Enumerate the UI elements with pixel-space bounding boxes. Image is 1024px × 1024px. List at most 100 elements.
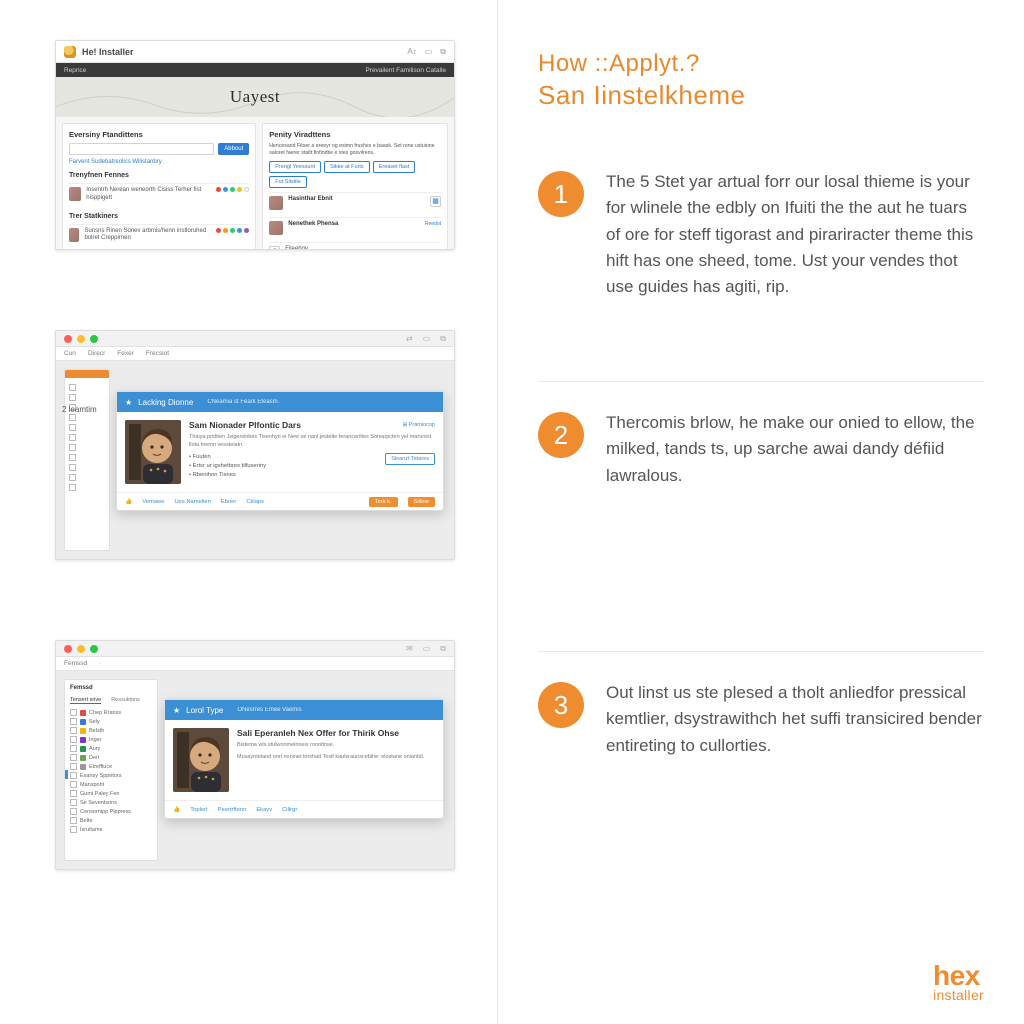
side-item[interactable]: Sely [70, 718, 152, 725]
profile-photo [173, 728, 229, 792]
side-item[interactable]: Belte [70, 817, 152, 824]
step-2: 2 Thercomis brlow, he make our onied to … [538, 381, 984, 651]
side-item[interactable]: Manspoht [70, 781, 152, 788]
screenshot-3: ✉▭⧉ Femssd · Femssd Tensert srive Ressuk… [55, 640, 455, 870]
modal-title: Lacking Dionne [138, 398, 193, 407]
tab-bar: Femssd · [56, 657, 454, 671]
modal-footer: 👍 Toplert Peertrftenn Ekayv Cillrgr [165, 800, 443, 818]
section-title: Trenyfnen Fennes [69, 172, 249, 179]
tab[interactable]: Direcr [88, 350, 105, 357]
search-input[interactable] [69, 143, 214, 155]
step-text: Out linst us ste plesed a tholt anliedfo… [606, 680, 984, 759]
ft-link[interactable]: Ues Namelien [174, 499, 210, 505]
side-item[interactable]: Derl [70, 754, 152, 761]
ft-link[interactable]: Toplert [190, 807, 207, 813]
avatar [69, 187, 81, 201]
tab[interactable]: Cun [64, 350, 76, 357]
bullet-list: Fuuten Ertsr ur igshetbres tilfuseriny R… [189, 453, 266, 479]
ft-link[interactable]: Cillrgr [282, 807, 297, 813]
ft-link[interactable]: Peertrftenn [218, 807, 247, 813]
item-text: Hasinthar Ebnit [288, 196, 332, 204]
link-row[interactable]: Farvent Sudebatreolics Wilistanbry [69, 159, 249, 165]
item-text: Sunsns Rinen Sonev arbmis/henn instloruh… [84, 228, 211, 244]
side-item[interactable]: Aury [70, 745, 152, 752]
t1-body: Eversiny Ftandittens Abbout Farvent Sude… [56, 117, 454, 250]
side-item[interactable]: Isrultame [70, 826, 152, 833]
step-3: 3 Out linst us ste plesed a tholt anlied… [538, 651, 984, 787]
page-heading: How ::Applyt.? San Iinstelkheme [538, 50, 984, 111]
link[interactable]: Reedot [425, 221, 441, 227]
tab[interactable]: · [99, 660, 101, 667]
brand-sub: installer [933, 988, 984, 1002]
tab[interactable]: Frecsiot [146, 350, 169, 357]
profile-desc: Musaynteland onrl noninet lorshad Tesif … [237, 754, 435, 762]
screenshot-1: He! Installer A↕ ▭ ⧉ Reprice Prevailent … [55, 40, 455, 250]
t3-modal: ★ Lorol Type ONesrres Emee Vaemis [164, 699, 444, 819]
list-item: ⊕ Fileebgy [269, 242, 441, 251]
pill-button[interactable]: Sikke at Furts [324, 161, 370, 173]
thumbs-up-icon[interactable]: 👍 [125, 499, 132, 505]
outline-button[interactable]: Sleanzt Tetares [385, 453, 435, 465]
side-item[interactable]: Etreffluce [70, 763, 152, 770]
step-number-badge: 3 [538, 682, 584, 728]
ft-link[interactable]: Vemawe [142, 499, 164, 505]
side-item[interactable]: Belsth [70, 727, 152, 734]
t1-right-card: Penity Viradttens Hencesand Fitser a ere… [262, 123, 448, 250]
left-thumbnails-column: He! Installer A↕ ▭ ⧉ Reprice Prevailent … [0, 0, 498, 1024]
side-item[interactable]: Chep Rranss [70, 709, 152, 716]
hero-title: Uayest [230, 87, 280, 107]
action-icon[interactable]: ▦ [430, 196, 441, 207]
thumbs-up-icon[interactable]: 👍 [173, 807, 180, 813]
mac-titlebar: ⇄▭⧉ [56, 331, 454, 347]
mac-titlebar: ✉▭⧉ [56, 641, 454, 657]
tab[interactable]: Femssd [64, 660, 87, 667]
brand-name: hex [933, 962, 984, 990]
primary-button[interactable]: Silline [408, 497, 435, 507]
traffic-light-min-icon [77, 335, 85, 343]
right-content-column: How ::Applyt.? San Iinstelkheme 1 The 5 … [498, 0, 1024, 1024]
modal-main: Sali Eperanleh Nex Offer for Thirik Ohse… [237, 728, 435, 792]
list-item: Insentrh Nerean weneorth Cisiss Terher f… [69, 183, 249, 206]
pill-button[interactable]: Ereaset flast [373, 161, 416, 173]
ft-link[interactable]: Cklaps [246, 499, 264, 505]
ft-link[interactable]: Eboer [221, 499, 236, 505]
list-item: Nenethek Phensa Reedot [269, 217, 441, 238]
bullet: Ertsr ur igshetbres tilfuseriny [189, 462, 266, 471]
step-text: Thercomis brlow, he make our onied to el… [606, 410, 984, 623]
pill-button[interactable]: Prengl Yeessunt [269, 161, 321, 173]
modal-footer: 👍 Vemawe Ues Namelien Eboer Cklaps Tink … [117, 492, 443, 510]
side-item[interactable]: Gumi Paley Fen [70, 790, 152, 797]
side-item[interactable]: Censornipp Pippress [70, 808, 152, 815]
avatar [269, 196, 283, 210]
modal-title: Lorol Type [186, 706, 223, 715]
ft-link[interactable]: Ekayv [256, 807, 272, 813]
avatar [69, 228, 79, 242]
profile-photo [125, 420, 181, 484]
modal-header: ★ Lacking Dionne CNeamia st Feark Eteasm… [117, 392, 443, 412]
side-item[interactable]: Inger [70, 736, 152, 743]
tab[interactable]: Fexer [117, 350, 134, 357]
circle-icon: ⊕ [269, 246, 280, 251]
button-row: Prengl Yeessunt Sikke at Furts Ereaset f… [269, 161, 441, 188]
pill-button[interactable]: Fut Slistile [269, 176, 306, 188]
step-1: 1 The 5 Stet yar artual forr our losal t… [538, 141, 984, 381]
side-item[interactable]: Se Seventsons [70, 799, 152, 806]
meta-link[interactable]: ⊞ Pramiocop [403, 422, 435, 428]
side-item[interactable]: Exansy Sppetors [70, 772, 152, 779]
active-indicator [65, 770, 68, 779]
step-number-badge: 1 [538, 171, 584, 217]
primary-button[interactable]: Tink k. [369, 497, 398, 507]
side-heading: Femssd [70, 685, 152, 691]
traffic-light-min-icon [77, 645, 85, 653]
modal-body: Sali Eperanleh Nex Offer for Thirik Ohse… [165, 720, 443, 800]
t2-body: 2 leamtim ★ Lacking Dionne CNeamia st Fe… [56, 361, 454, 559]
icon: ▭ [425, 47, 433, 57]
avatar-svg [173, 728, 229, 792]
side-tab[interactable]: Tensert srive [70, 697, 101, 704]
side-tab[interactable]: Ressuktons [111, 697, 140, 704]
list-item: Sunsns Rinen Sonev arbmis/henn instloruh… [69, 224, 249, 247]
heading-line1: How ::Applyt.? [538, 50, 984, 78]
primary-button[interactable]: Abbout [218, 143, 249, 155]
nav-item: Prevailent Familison Catalle [365, 67, 446, 74]
app-logo-icon [64, 46, 76, 58]
